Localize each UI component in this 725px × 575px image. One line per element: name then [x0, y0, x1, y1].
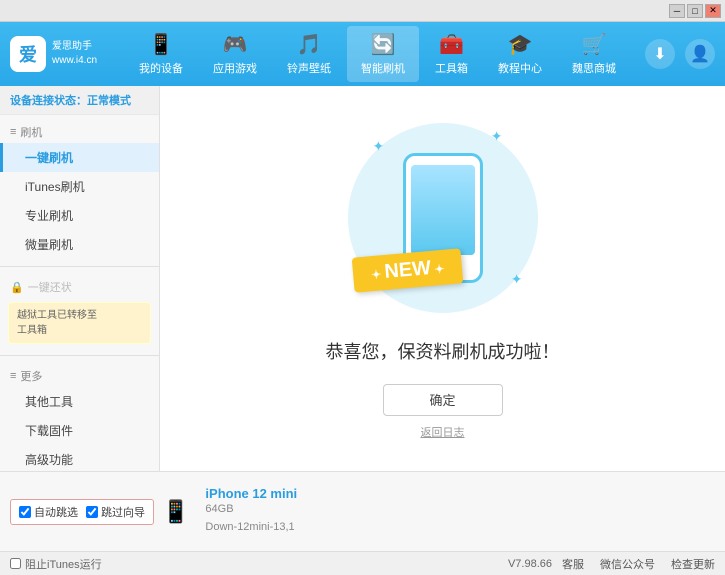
sidebar-more-icon: ≡ [10, 370, 16, 382]
sidebar-flash-section: ≡ 刷机 一键刷机 iTunes刷机 专业刷机 微量刷机 [0, 115, 159, 263]
nav-my-device[interactable]: 📱 我的设备 [125, 26, 197, 82]
success-illustration: ✦ ✦ ✦ NEW [343, 118, 543, 318]
success-text: 恭喜您，保资料刷机成功啦！ [326, 338, 560, 364]
sidebar-item-one-key-flash[interactable]: 一键刷机 [0, 143, 159, 172]
device-name: iPhone 12 mini [205, 486, 297, 501]
itunes-running-label: 阻止iTunes运行 [25, 556, 102, 572]
link-update[interactable]: 检查更新 [671, 556, 715, 572]
sparkle-2: ✦ [491, 128, 503, 145]
main-container: 设备连接状态：正常模式 ≡ 刷机 一键刷机 iTunes刷机 专业刷机 微量刷机… [0, 86, 725, 471]
sidebar-more-title: ≡ 更多 [0, 363, 159, 387]
sidebar-flash-icon: ≡ [10, 126, 16, 138]
nav-ringtone-icon: 🎵 [297, 32, 322, 57]
auto-skip-checkbox[interactable]: 自动跳选 [19, 504, 78, 520]
nav-toolbox-icon: 🧰 [439, 32, 464, 57]
sidebar-restore-section: 🔒 一键还状 越狱工具已转移至工具箱 [0, 270, 159, 352]
phone-screen [411, 165, 475, 255]
sidebar-flash-label: 刷机 [20, 124, 42, 140]
sidebar-more-section: ≡ 更多 其他工具 下载固件 高级功能 [0, 359, 159, 471]
nav-ringtone-label: 铃声壁纸 [287, 60, 331, 76]
device-storage: 64GB [205, 501, 297, 519]
sidebar-status-value: 正常模式 [87, 95, 131, 107]
logo-icon: 爱 [10, 36, 46, 72]
nav-toolbox[interactable]: 🧰 工具箱 [421, 26, 482, 82]
nav-tutorial-icon: 🎓 [508, 32, 533, 57]
bottom-bar-left: 阻止iTunes运行 [10, 556, 102, 572]
link-wechat[interactable]: 微信公众号 [600, 556, 655, 572]
sidebar-divider-2 [0, 355, 159, 356]
device-phone-icon: 📱 [162, 499, 189, 525]
nav-apps-games-icon: 🎮 [223, 32, 248, 57]
sidebar-item-pro-flash[interactable]: 专业刷机 [0, 201, 159, 230]
nav-smart-flash-icon: 🔄 [371, 32, 396, 57]
sidebar-status-label: 设备连接状态： [10, 95, 87, 107]
device-firmware: Down-12mini-13,1 [205, 519, 297, 537]
nav-apps-games-label: 应用游戏 [213, 60, 257, 76]
sidebar-item-download-firmware[interactable]: 下载固件 [0, 416, 159, 445]
device-checkboxes: 自动跳选 跳过向导 [10, 499, 154, 525]
logo-area: 爱 爱思助手 www.i4.cn [10, 36, 110, 72]
window-controls[interactable]: ─ □ ✕ [669, 4, 721, 18]
header: 爱 爱思助手 www.i4.cn 📱 我的设备 🎮 应用游戏 🎵 铃声壁纸 🔄 … [0, 22, 725, 86]
nav-tutorial-label: 教程中心 [498, 60, 542, 76]
device-info: iPhone 12 mini 64GB Down-12mini-13,1 [205, 486, 297, 536]
sidebar-item-itunes-flash[interactable]: iTunes刷机 [0, 172, 159, 201]
minimize-btn[interactable]: ─ [669, 4, 685, 18]
nav-toolbox-label: 工具箱 [435, 60, 468, 76]
sidebar: 设备连接状态：正常模式 ≡ 刷机 一键刷机 iTunes刷机 专业刷机 微量刷机… [0, 86, 160, 471]
user-btn[interactable]: 👤 [685, 39, 715, 69]
nav-my-device-icon: 📱 [149, 32, 174, 57]
sidebar-status: 设备连接状态：正常模式 [0, 86, 159, 115]
sparkle-3: ✦ [511, 271, 523, 288]
nav-smart-flash-label: 智能刷机 [361, 60, 405, 76]
logo-line1: 爱思助手 [52, 40, 97, 54]
title-bar: ─ □ ✕ [0, 0, 725, 22]
nav-tutorial[interactable]: 🎓 教程中心 [484, 26, 556, 82]
sidebar-item-advanced[interactable]: 高级功能 [0, 445, 159, 471]
sidebar-warning-box: 越狱工具已转移至工具箱 [8, 302, 151, 344]
download-btn[interactable]: ⬇ [645, 39, 675, 69]
sidebar-item-other-tools[interactable]: 其他工具 [0, 387, 159, 416]
skip-wizard-checkbox[interactable]: 跳过向导 [86, 504, 145, 520]
close-btn[interactable]: ✕ [705, 4, 721, 18]
nav-smart-flash[interactable]: 🔄 智能刷机 [347, 26, 419, 82]
itunes-running-checkbox[interactable] [10, 558, 21, 569]
confirm-button[interactable]: 确定 [383, 384, 503, 416]
maximize-btn[interactable]: □ [687, 4, 703, 18]
auto-skip-input[interactable] [19, 506, 31, 518]
nav-wei-store[interactable]: 🛒 魏思商城 [558, 26, 630, 82]
skip-wizard-input[interactable] [86, 506, 98, 518]
bottom-links: 客服 微信公众号 检查更新 [562, 556, 715, 572]
logo-line2: www.i4.cn [52, 54, 97, 68]
sidebar-restore-title: 🔒 一键还状 [0, 274, 159, 298]
auto-skip-label: 自动跳选 [34, 504, 78, 520]
nav-my-device-label: 我的设备 [139, 60, 183, 76]
nav-wei-store-icon: 🛒 [582, 32, 607, 57]
bottom-bar: 阻止iTunes运行 V7.98.66 客服 微信公众号 检查更新 [0, 551, 725, 575]
sidebar-item-downgrade-flash[interactable]: 微量刷机 [0, 230, 159, 259]
nav-apps-games[interactable]: 🎮 应用游戏 [199, 26, 271, 82]
link-support[interactable]: 客服 [562, 556, 584, 572]
sidebar-restore-label: 一键还状 [28, 279, 72, 295]
lock-icon: 🔒 [10, 281, 24, 294]
content-area: ✦ ✦ ✦ NEW 恭喜您，保资料刷机成功啦！ 确定 返回日志 [160, 86, 725, 471]
nav-wei-store-label: 魏思商城 [572, 60, 616, 76]
go-back-link[interactable]: 返回日志 [421, 424, 465, 440]
sidebar-divider-1 [0, 266, 159, 267]
logo-char: 爱 [19, 41, 37, 67]
nav-ringtone[interactable]: 🎵 铃声壁纸 [273, 26, 345, 82]
sidebar-more-label: 更多 [20, 368, 42, 384]
sparkle-1: ✦ [373, 138, 385, 155]
device-bar: 自动跳选 跳过向导 📱 iPhone 12 mini 64GB Down-12m… [0, 471, 725, 551]
nav-items: 📱 我的设备 🎮 应用游戏 🎵 铃声壁纸 🔄 智能刷机 🧰 工具箱 🎓 教程中心… [110, 26, 645, 82]
skip-wizard-label: 跳过向导 [101, 504, 145, 520]
logo-text: 爱思助手 www.i4.cn [52, 40, 97, 68]
nav-right: ⬇ 👤 [645, 39, 715, 69]
version-label: V7.98.66 [508, 558, 552, 570]
sidebar-flash-title: ≡ 刷机 [0, 119, 159, 143]
